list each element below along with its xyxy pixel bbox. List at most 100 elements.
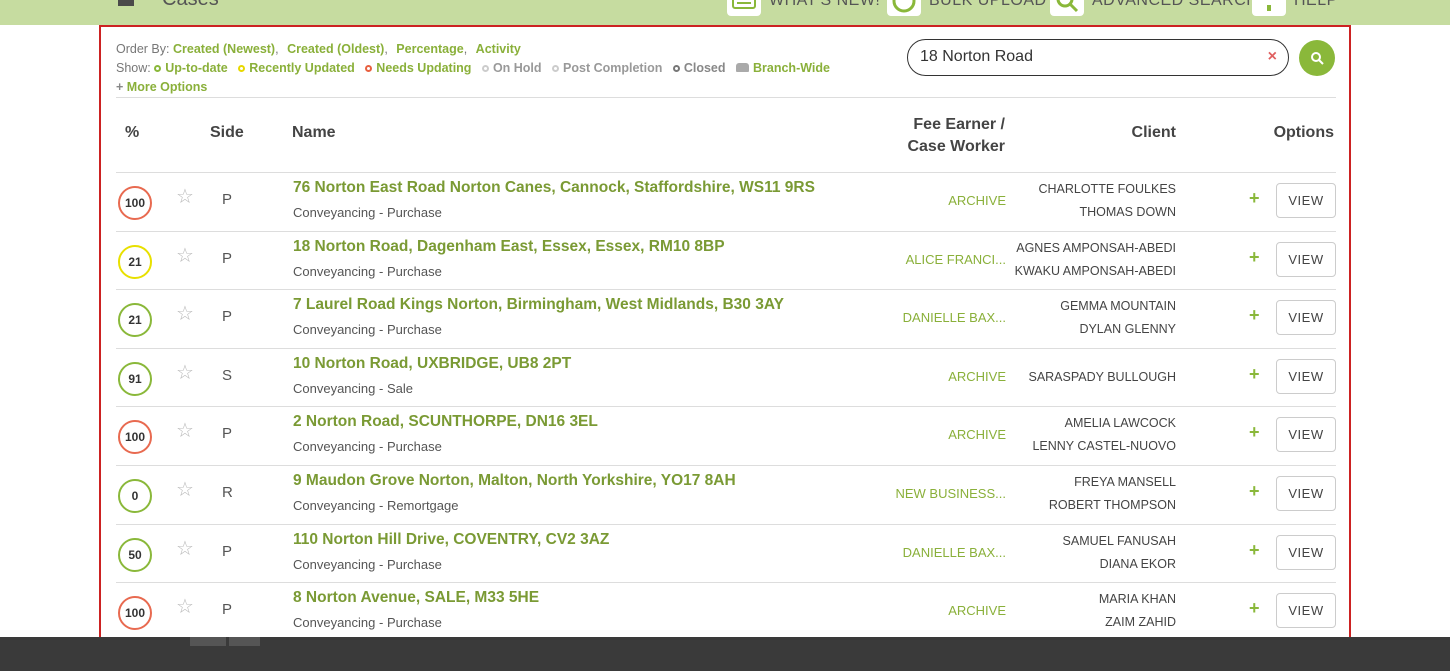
case-address-link[interactable]: 8 Norton Avenue, SALE, M33 5HE xyxy=(293,589,539,607)
order-created-newest[interactable]: Created (Newest) xyxy=(173,42,275,56)
table-row: 21 ☆ P 7 Laurel Road Kings Norton, Birmingh… xyxy=(116,289,1336,348)
fee-earner[interactable]: ARCHIVE xyxy=(876,193,1006,208)
help-button[interactable]: HELP xyxy=(1252,0,1338,16)
more-options-link[interactable]: + More Options xyxy=(116,78,837,97)
view-button[interactable]: VIEW xyxy=(1276,358,1336,394)
view-button[interactable]: VIEW xyxy=(1276,593,1336,629)
view-button[interactable]: VIEW xyxy=(1276,534,1336,570)
show-filter-label: Closed xyxy=(683,61,726,75)
case-address-link[interactable]: 110 Norton Hill Drive, COVENTRY, CV2 3AZ xyxy=(293,531,609,549)
client-name: CHARLOTTE FOULKES xyxy=(1038,182,1176,196)
case-type: Conveyancing - Purchase xyxy=(293,263,442,279)
client-cell: SARASPADY BULLOUGH xyxy=(996,366,1176,389)
fee-earner[interactable]: DANIELLE BAX... xyxy=(876,545,1006,560)
show-filter-branch-wide[interactable]: Branch-Wide xyxy=(736,61,830,75)
star-icon[interactable]: ☆ xyxy=(176,597,194,617)
search-button[interactable] xyxy=(1299,40,1335,76)
taskbar-tab[interactable] xyxy=(190,637,226,646)
show-filter-recently-updated[interactable]: Recently Updated xyxy=(238,61,355,75)
case-type: Conveyancing - Purchase xyxy=(293,615,442,631)
taskbar-tab[interactable] xyxy=(229,637,260,646)
case-address-link[interactable]: 9 Maudon Grove Norton, Malton, North Yor… xyxy=(293,472,736,490)
top-navigation-bar: Cases WHAT'S NEW! BULK UPLOAD ADVANCED S… xyxy=(0,0,1450,25)
case-address-link[interactable]: 18 Norton Road, Dagenham East, Essex, Es… xyxy=(293,238,725,256)
star-icon[interactable]: ☆ xyxy=(176,363,194,383)
whats-new-button[interactable]: WHAT'S NEW! xyxy=(727,0,880,16)
order-activity[interactable]: Activity xyxy=(476,42,521,56)
add-icon[interactable]: + xyxy=(1249,189,1260,207)
home-icon[interactable] xyxy=(118,0,134,6)
view-button[interactable]: VIEW xyxy=(1276,241,1336,277)
star-icon[interactable]: ☆ xyxy=(176,304,194,324)
fee-earner[interactable]: ARCHIVE xyxy=(876,427,1006,442)
order-percentage[interactable]: Percentage xyxy=(396,42,463,56)
advanced-search-label: ADVANCED SEARCH xyxy=(1092,0,1259,9)
case-address-link[interactable]: 10 Norton Road, UXBRIDGE, UB8 2PT xyxy=(293,355,571,373)
fee-earner[interactable]: NEW BUSINESS... xyxy=(876,486,1006,501)
order-created-oldest[interactable]: Created (Oldest) xyxy=(287,42,384,56)
show-filter-label: Recently Updated xyxy=(249,61,355,75)
fee-earner[interactable]: ARCHIVE xyxy=(876,369,1006,384)
view-button[interactable]: VIEW xyxy=(1276,417,1336,453)
clear-search-icon[interactable]: × xyxy=(1268,48,1277,66)
show-filter-needs-updating[interactable]: Needs Updating xyxy=(365,61,471,75)
star-icon[interactable]: ☆ xyxy=(176,421,194,441)
progress-badge: 21 xyxy=(118,303,152,338)
view-button[interactable]: VIEW xyxy=(1276,183,1336,218)
add-icon[interactable]: + xyxy=(1249,423,1260,441)
add-icon[interactable]: + xyxy=(1249,599,1260,617)
progress-badge: 21 xyxy=(118,244,152,279)
show-filter-on-hold[interactable]: On Hold xyxy=(481,61,542,75)
progress-badge: 100 xyxy=(118,596,152,631)
side-cell: P xyxy=(222,191,233,208)
case-address-link[interactable]: 7 Laurel Road Kings Norton, Birmingham, … xyxy=(293,296,784,314)
bulk-upload-label: BULK UPLOAD xyxy=(929,0,1047,9)
page-title: Cases xyxy=(162,0,219,11)
fee-earner[interactable]: ALICE FRANCI... xyxy=(876,252,1006,267)
add-icon[interactable]: + xyxy=(1249,482,1260,500)
client-name: THOMAS DOWN xyxy=(1079,205,1176,219)
header-fee-line1: Fee Earner / xyxy=(913,116,1005,133)
case-type: Conveyancing - Purchase xyxy=(293,205,442,220)
case-address-link[interactable]: 2 Norton Road, SCUNTHORPE, DN16 3EL xyxy=(293,413,598,431)
fee-earner[interactable]: DANIELLE BAX... xyxy=(876,310,1006,325)
add-icon[interactable]: + xyxy=(1249,541,1260,559)
client-cell: AMELIA LAWCOCK LENNY CASTEL-NUOVO xyxy=(996,412,1176,458)
client-name: AMELIA LAWCOCK xyxy=(1064,416,1176,431)
star-icon[interactable]: ☆ xyxy=(176,480,194,500)
add-icon[interactable]: + xyxy=(1249,365,1260,383)
show-filter-label: Up-to-date xyxy=(165,61,228,75)
client-name: SARASPADY BULLOUGH xyxy=(1028,369,1176,384)
client-name: MARIA KHAN xyxy=(1098,592,1176,607)
star-icon[interactable]: ☆ xyxy=(176,246,194,266)
show-filter-up-to-date[interactable]: Up-to-date xyxy=(154,61,228,75)
whats-new-label: WHAT'S NEW! xyxy=(769,0,881,9)
view-button[interactable]: VIEW xyxy=(1276,300,1336,336)
client-name: ROBERT THOMPSON xyxy=(1048,497,1176,512)
header-name: Name xyxy=(292,124,336,141)
advanced-search-button[interactable]: ADVANCED SEARCH xyxy=(1050,0,1258,16)
taskbar xyxy=(0,637,1450,671)
show-filter-post-completion[interactable]: Post Completion xyxy=(552,61,662,75)
filter-area: Order By: Created (Newest), Created (Old… xyxy=(116,40,837,97)
header-client: Client xyxy=(1131,124,1176,141)
case-address-link[interactable]: 76 Norton East Road Norton Canes, Cannoc… xyxy=(293,179,815,197)
side-cell: P xyxy=(222,249,233,267)
header-percentage[interactable]: % xyxy=(125,124,139,142)
fee-earner[interactable]: ARCHIVE xyxy=(876,603,1006,618)
client-name: KWAKU AMPONSAH-ABEDI xyxy=(1014,263,1176,278)
progress-badge: 50 xyxy=(118,537,152,572)
show-filter-closed[interactable]: Closed xyxy=(672,61,726,75)
add-icon[interactable]: + xyxy=(1249,248,1260,266)
case-type: Conveyancing - Remortgage xyxy=(293,497,459,513)
bulk-upload-button[interactable]: BULK UPLOAD xyxy=(887,0,1047,16)
star-icon[interactable]: ☆ xyxy=(176,187,194,207)
client-cell: AGNES AMPONSAH-ABEDI KWAKU AMPONSAH-ABEDI xyxy=(996,237,1176,283)
search-box: × xyxy=(907,39,1289,76)
show-filter-label: On Hold xyxy=(492,61,542,75)
case-type: Conveyancing - Purchase xyxy=(293,322,442,338)
view-button[interactable]: VIEW xyxy=(1276,475,1336,511)
add-icon[interactable]: + xyxy=(1249,306,1260,324)
search-input[interactable] xyxy=(920,48,1260,66)
star-icon[interactable]: ☆ xyxy=(176,539,194,559)
